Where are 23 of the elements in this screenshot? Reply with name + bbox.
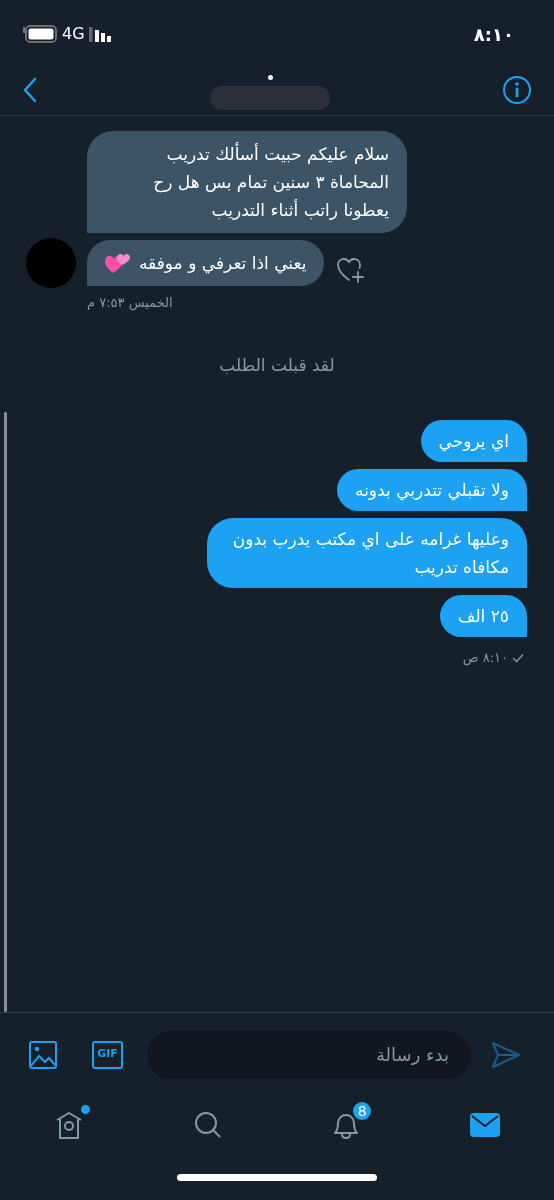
back-icon[interactable]: [22, 76, 38, 103]
signal-icon: [88, 26, 113, 42]
battery-icon: [22, 25, 58, 43]
mail-icon[interactable]: [469, 1112, 500, 1138]
dot-indicator: [267, 75, 273, 80]
message-timestamp: الخميس ٧:٥٣ م: [87, 294, 173, 313]
clock-time: ٨:١٠: [473, 22, 514, 47]
gif-button[interactable]: GIF: [92, 1040, 123, 1069]
info-icon[interactable]: [502, 74, 532, 105]
search-icon[interactable]: [192, 1110, 223, 1140]
message-bubble: اي يروحي: [420, 420, 527, 462]
network-label: 4G: [62, 23, 85, 45]
notification-badge: 8: [351, 1100, 374, 1122]
message-bubble: وعليها غرامه على اي مكتب يدرب بدون مكافاه تدريب: [207, 518, 527, 588]
message-timestamp: ٨:١٠ ص: [462, 649, 508, 668]
image-icon[interactable]: [28, 1039, 58, 1070]
system-notice: لقد قبلت الطلب: [219, 353, 335, 377]
message-bubble: ٢٥ الف: [439, 595, 527, 637]
add-reaction-icon[interactable]: [336, 256, 367, 284]
message-text: يعني اذا تعرفي و موفقه: [139, 252, 307, 276]
message-bubble: ولا تقبلي تتدربي بدونه: [337, 469, 527, 511]
message-text: سلام عليكم حبيت أسألك تدريب المحاماة ٣ سنين تمام بس هل رح يعطونا راتب أثناء التدريب: [152, 141, 389, 222]
message-input[interactable]: بدء رسالة: [147, 1030, 471, 1079]
